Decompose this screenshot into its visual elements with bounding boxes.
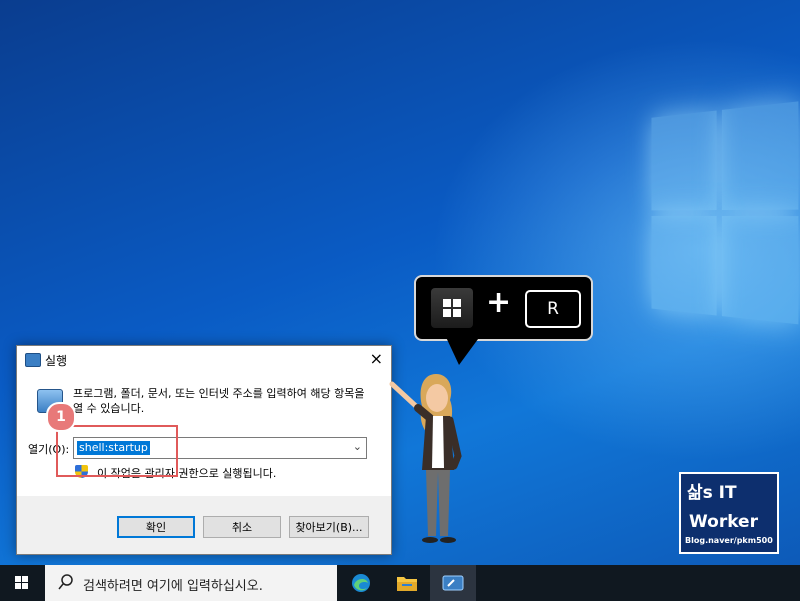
windows-key-icon [431,288,473,328]
guide-character-illustration [389,374,462,543]
browse-button[interactable]: 찾아보기(B)... [289,516,369,538]
windows-logo-wallpaper [651,101,800,329]
taskbar: 검색하려면 여기에 입력하십시오. [0,565,800,601]
taskbar-search-box[interactable]: 검색하려면 여기에 입력하십시오. [45,565,337,601]
step-badge: 1 [46,402,76,432]
input-highlight-box [56,425,178,477]
chevron-down-icon[interactable]: ⌄ [353,440,362,453]
dialog-description: 프로그램, 폴더, 문서, 또는 인터넷 주소를 입력하여 해당 항목을 열 수… [73,387,365,415]
file-explorer-icon[interactable] [384,565,430,601]
dialog-button-bar: 확인 취소 찾아보기(B)... [17,496,391,554]
r-key: R [525,290,581,328]
cancel-button[interactable]: 취소 [203,516,281,538]
plus-icon: + [486,285,512,320]
run-title-icon [25,353,41,367]
search-icon [58,574,73,590]
logo-line3: Blog.naver/pkm500 [685,536,773,545]
edge-icon[interactable] [338,565,384,601]
ok-button[interactable]: 확인 [117,516,195,538]
dialog-titlebar[interactable]: 실행 × [17,346,391,374]
logo-line1: 삶s IT [687,483,737,503]
windows-start-icon[interactable] [0,565,44,601]
shortcut-callout: + R [414,275,593,341]
dialog-title: 실행 [45,354,68,368]
close-button[interactable]: × [370,349,383,368]
run-taskbar-icon[interactable] [430,565,476,601]
search-placeholder: 검색하려면 여기에 입력하십시오. [83,579,263,594]
blog-watermark-logo: 삶s IT Worker Blog.naver/pkm500 [679,472,779,554]
logo-line2: Worker [689,512,758,532]
